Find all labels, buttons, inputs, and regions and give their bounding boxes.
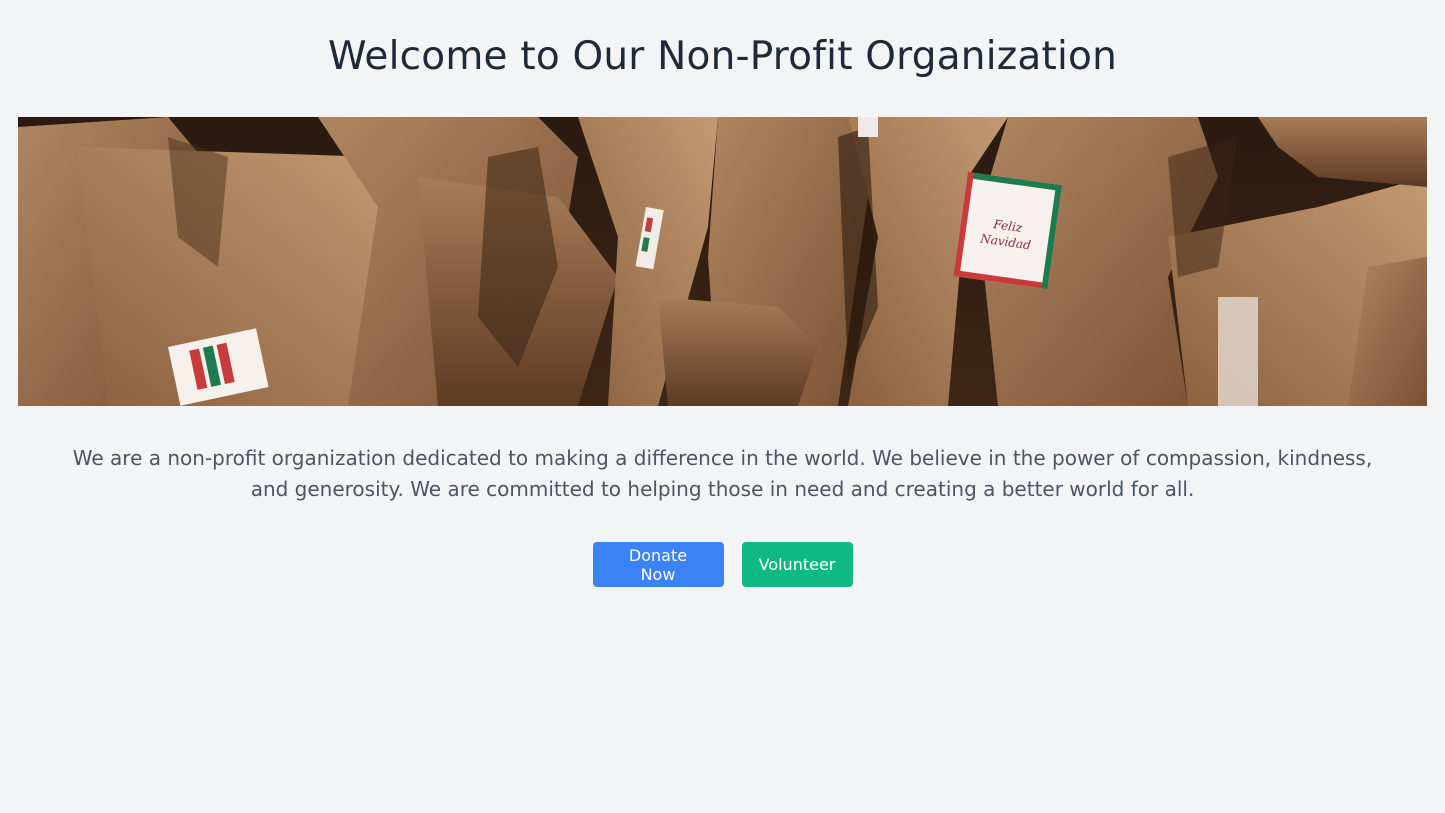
hero-image: Feliz Navidad xyxy=(18,117,1427,406)
donate-button[interactable]: Donate Now xyxy=(592,542,724,587)
volunteer-button[interactable]: Volunteer xyxy=(741,542,853,587)
page-title: Welcome to Our Non-Profit Organization xyxy=(327,34,1118,79)
mission-description: We are a non-profit organization dedicat… xyxy=(72,446,1373,501)
page: Welcome to Our Non-Profit Organization F… xyxy=(0,0,1445,813)
call-to-action-group: Donate Now Volunteer xyxy=(0,542,1445,587)
paper-bags-photo: Feliz Navidad xyxy=(18,117,1427,406)
